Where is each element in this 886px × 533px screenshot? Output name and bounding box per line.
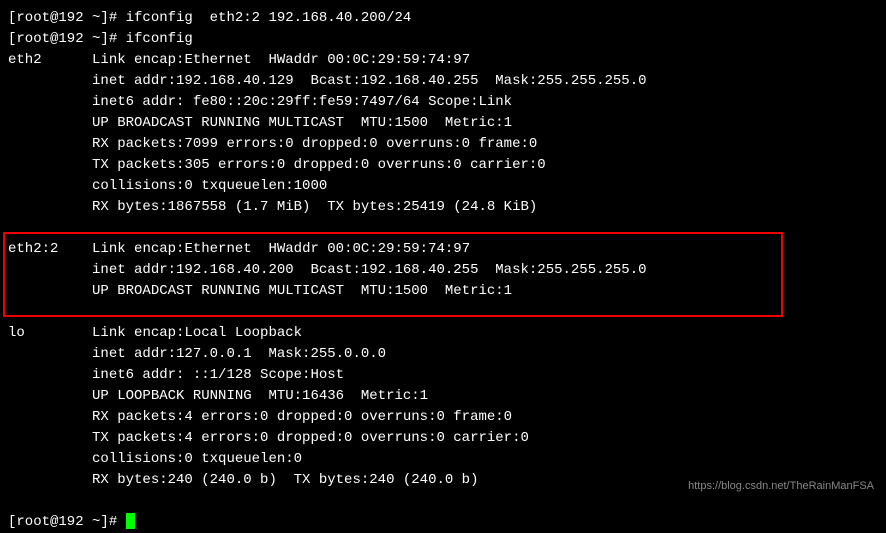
output-line: UP BROADCAST RUNNING MULTICAST MTU:1500 …: [8, 281, 878, 302]
output-line: RX packets:7099 errors:0 dropped:0 overr…: [8, 134, 878, 155]
output-text: collisions:0 txqueuelen:0: [92, 451, 302, 467]
output-text: UP BROADCAST RUNNING MULTICAST MTU:1500 …: [92, 283, 512, 299]
blank-line: [8, 302, 878, 323]
output-line: collisions:0 txqueuelen:0: [8, 449, 878, 470]
output-line: TX packets:305 errors:0 dropped:0 overru…: [8, 155, 878, 176]
iface-lo-header: lo Link encap:Local Loopback: [8, 323, 878, 344]
command-line-3[interactable]: [root@192 ~]#: [8, 512, 878, 533]
blank-line: [8, 491, 878, 512]
output-line: RX packets:4 errors:0 dropped:0 overruns…: [8, 407, 878, 428]
output-text: inet addr:127.0.0.1 Mask:255.0.0.0: [92, 346, 386, 362]
iface-name: lo: [8, 325, 25, 341]
output-line: inet addr:192.168.40.200 Bcast:192.168.4…: [8, 260, 878, 281]
output-line: UP LOOPBACK RUNNING MTU:16436 Metric:1: [8, 386, 878, 407]
output-text: inet6 addr: fe80::20c:29ff:fe59:7497/64 …: [92, 94, 512, 110]
output-text: inet addr:192.168.40.200 Bcast:192.168.4…: [92, 262, 647, 278]
iface-name: eth2:2: [8, 241, 58, 257]
output-text: Link encap:Local Loopback: [92, 325, 302, 341]
output-line: inet6 addr: fe80::20c:29ff:fe59:7497/64 …: [8, 92, 878, 113]
cursor-icon: [126, 513, 135, 529]
output-text: RX packets:4 errors:0 dropped:0 overruns…: [92, 409, 512, 425]
prompt: [root@192 ~]#: [8, 10, 126, 26]
output-line: inet addr:127.0.0.1 Mask:255.0.0.0: [8, 344, 878, 365]
output-text: RX bytes:240 (240.0 b) TX bytes:240 (240…: [92, 472, 478, 488]
output-line: UP BROADCAST RUNNING MULTICAST MTU:1500 …: [8, 113, 878, 134]
output-text: RX bytes:1867558 (1.7 MiB) TX bytes:2541…: [92, 199, 537, 215]
watermark: https://blog.csdn.net/TheRainManFSA: [688, 478, 874, 495]
prompt: [root@192 ~]#: [8, 514, 126, 530]
output-line: inet addr:192.168.40.129 Bcast:192.168.4…: [8, 71, 878, 92]
output-line: inet6 addr: ::1/128 Scope:Host: [8, 365, 878, 386]
output-text: collisions:0 txqueuelen:1000: [92, 178, 327, 194]
output-text: TX packets:4 errors:0 dropped:0 overruns…: [92, 430, 529, 446]
output-text: TX packets:305 errors:0 dropped:0 overru…: [92, 157, 546, 173]
command: ifconfig eth2:2 192.168.40.200/24: [126, 10, 412, 26]
prompt: [root@192 ~]#: [8, 31, 126, 47]
output-text: Link encap:Ethernet HWaddr 00:0C:29:59:7…: [92, 52, 470, 68]
iface-name: eth2: [8, 52, 42, 68]
iface-eth22-header: eth2:2 Link encap:Ethernet HWaddr 00:0C:…: [8, 239, 878, 260]
output-text: UP BROADCAST RUNNING MULTICAST MTU:1500 …: [92, 115, 512, 131]
output-text: Link encap:Ethernet HWaddr 00:0C:29:59:7…: [92, 241, 470, 257]
output-text: RX packets:7099 errors:0 dropped:0 overr…: [92, 136, 537, 152]
iface-eth2-header: eth2 Link encap:Ethernet HWaddr 00:0C:29…: [8, 50, 878, 71]
command-line-2: [root@192 ~]# ifconfig: [8, 29, 878, 50]
output-text: inet6 addr: ::1/128 Scope:Host: [92, 367, 344, 383]
output-text: UP LOOPBACK RUNNING MTU:16436 Metric:1: [92, 388, 428, 404]
command: ifconfig: [126, 31, 193, 47]
output-line: RX bytes:1867558 (1.7 MiB) TX bytes:2541…: [8, 197, 878, 218]
output-line: TX packets:4 errors:0 dropped:0 overruns…: [8, 428, 878, 449]
output-line: collisions:0 txqueuelen:1000: [8, 176, 878, 197]
output-text: inet addr:192.168.40.129 Bcast:192.168.4…: [92, 73, 647, 89]
blank-line: [8, 218, 878, 239]
command-line-1: [root@192 ~]# ifconfig eth2:2 192.168.40…: [8, 8, 878, 29]
